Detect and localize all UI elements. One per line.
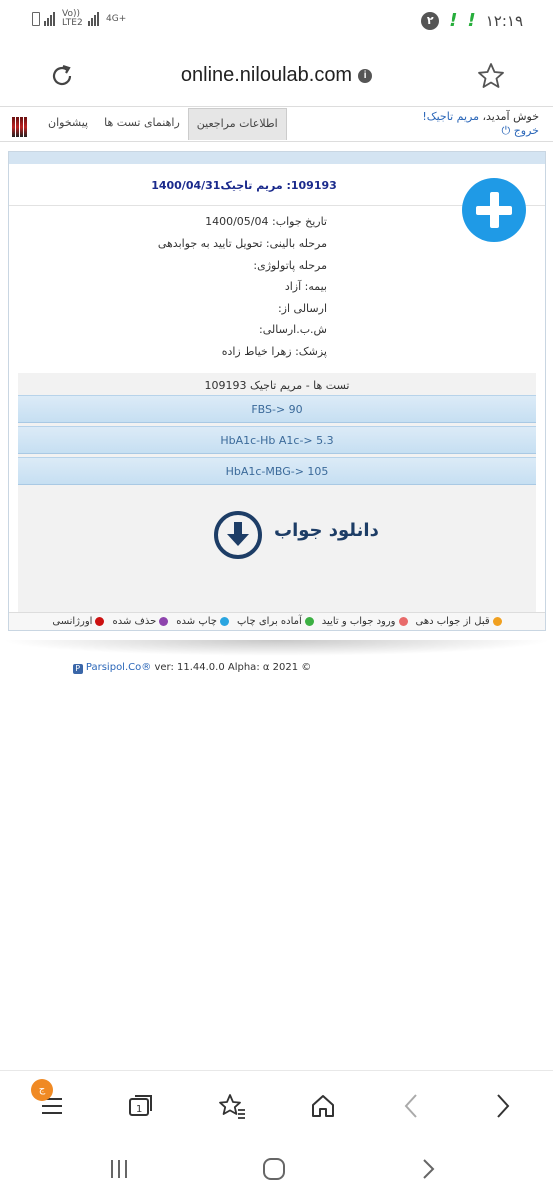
welcome-text: خوش آمدید، <box>482 110 539 123</box>
legend-item: ورود جواب و تایید <box>322 616 408 627</box>
legend-dot-icon <box>398 617 408 626</box>
tabs-icon: 1 <box>129 1095 152 1116</box>
power-icon[interactable]: ⏻ <box>502 124 511 137</box>
bookmark-star-icon[interactable] <box>476 61 506 91</box>
url-text: online.niloulab.com <box>180 64 353 86</box>
info-doctor: پزشک: زهرا خیاط زاده <box>221 345 327 358</box>
legend-item: قبل از جواب دهی <box>416 616 502 627</box>
back-button[interactable] <box>396 1091 426 1121</box>
recent-apps-button[interactable] <box>108 1158 130 1184</box>
alert-icon-2: ! <box>467 10 476 31</box>
site-nav: خوش آمدید، مریم تاجیک! خروج ⏻ اطلاعات مر… <box>0 106 553 142</box>
legend-item: حذف شده <box>112 616 169 627</box>
add-plus-button[interactable] <box>462 178 526 242</box>
footer-version: ver: 11.44.0.0 Alpha: α 2021 © <box>154 662 312 673</box>
tests-header: تست ها - مریم تاجیک 109193 <box>204 379 350 392</box>
battery-icon <box>32 12 40 26</box>
svg-text:1: 1 <box>136 1104 142 1115</box>
legend-item: اورژانسی <box>52 616 105 627</box>
system-nav-bar <box>0 1140 553 1200</box>
back-nav-button[interactable] <box>420 1157 438 1185</box>
panel-header-strip <box>9 152 545 164</box>
info-pathology-stage: مرحله پاتولوژی: <box>253 259 327 272</box>
legend-item: چاپ شده <box>176 616 229 627</box>
tab-test-guide[interactable]: راهنمای تست ها <box>96 108 188 140</box>
tab-dashboard[interactable]: پیشخوان <box>40 108 96 140</box>
carrier-label: Vo)) LTE2 <box>62 9 83 28</box>
logout-link[interactable]: خروج <box>514 124 539 137</box>
home-nav-button[interactable] <box>262 1157 286 1185</box>
menu-badge: ج <box>31 1079 53 1101</box>
network-label: 4G+ <box>106 14 127 24</box>
plus-icon-stem <box>489 192 499 228</box>
legend-dot-icon <box>304 617 314 626</box>
tests-section: تست ها - مریم تاجیک 109193 FBS-> 90 HbA1… <box>18 373 536 613</box>
footer-brand[interactable]: Parsipol.Co® <box>86 662 151 673</box>
info-sender-id: ش.ب.ارسالی: <box>259 323 327 336</box>
legend-label: ورود جواب و تایید <box>321 616 396 627</box>
tab-bar: اطلاعات مراجعین راهنمای تست ها پیشخوان <box>40 108 287 140</box>
clock: ۱۲:۱۹ <box>485 11 523 30</box>
legend-label: اورژانسی <box>52 616 93 627</box>
site-info-icon[interactable]: i <box>358 69 373 83</box>
legend-label: قبل از جواب دهی <box>415 616 490 627</box>
info-insurance: بیمه: آزاد <box>284 280 327 293</box>
status-left: Vo)) LTE2 4G+ <box>32 10 126 28</box>
test-row[interactable]: HbA1c-Hb A1c-> 5.3 <box>18 426 536 454</box>
tabs-button[interactable]: 1 <box>126 1091 156 1121</box>
status-legend: قبل از جواب دهی ورود جواب و تایید آماده … <box>9 612 545 630</box>
site-footer: P Parsipol.Co® ver: 11.44.0.0 Alpha: α 2… <box>0 662 384 674</box>
legend-dot-icon <box>95 617 105 626</box>
test-row[interactable]: FBS-> 90 <box>18 395 536 423</box>
legend-item: آماده برای چاپ <box>237 616 314 627</box>
info-answer-date: تاریخ جواب: 1400/05/04 <box>205 215 327 228</box>
legend-label: حذف شده <box>112 616 157 627</box>
tab-patient-info[interactable]: اطلاعات مراجعین <box>187 108 287 140</box>
status-right: ۲ ! ! ۱۲:۱۹ <box>421 10 523 31</box>
test-row[interactable]: HbA1c-MBG-> 105 <box>18 457 536 485</box>
address-field[interactable]: online.niloulab.com i <box>0 64 553 87</box>
legend-label: آماده برای چاپ <box>237 616 302 627</box>
home-icon <box>312 1095 334 1117</box>
status-bar: Vo)) LTE2 4G+ ۲ ! ! ۱۲:۱۹ <box>0 0 553 40</box>
browser-toolbar: 1 <box>0 1070 553 1136</box>
download-icon[interactable] <box>214 511 262 559</box>
lab-logo-icon <box>12 117 30 137</box>
parsipol-logo-icon: P <box>72 664 83 674</box>
bookmarks-button[interactable] <box>217 1091 247 1121</box>
chevron-right-icon <box>497 1094 510 1118</box>
chevron-left-icon <box>404 1094 417 1118</box>
signal-icon <box>44 12 58 26</box>
info-clinical-stage: مرحله بالینی: تحویل تایید به جوابدهی <box>157 237 327 250</box>
chevron-right-nav-icon <box>423 1159 435 1179</box>
bookmarks-star-icon <box>219 1094 245 1119</box>
info-sent-from: ارسالی از: <box>277 302 327 315</box>
legend-dot-icon <box>159 617 169 626</box>
forward-button[interactable] <box>488 1091 518 1121</box>
download-arrow-head <box>227 534 249 546</box>
notification-count: ۲ <box>421 11 440 30</box>
legend-label: چاپ شده <box>176 616 217 627</box>
user-name: مریم تاجیک! <box>422 110 479 123</box>
alert-icon: ! <box>449 10 458 31</box>
record-title[interactable]: 109193: مریم تاجیک1400/04/31 <box>9 179 479 192</box>
footer-shadow <box>0 640 553 656</box>
legend-dot-icon <box>492 617 502 626</box>
welcome-block: خوش آمدید، مریم تاجیک! خروج ⏻ <box>422 110 539 138</box>
record-panel: 109193: مریم تاجیک1400/04/31 تاریخ جواب:… <box>8 151 546 631</box>
home-circle-icon <box>263 1158 285 1180</box>
url-bar: online.niloulab.com i <box>0 48 553 104</box>
recent-apps-icon <box>111 1160 127 1178</box>
legend-dot-icon <box>220 617 229 626</box>
signal-icon-2 <box>88 12 102 26</box>
download-result-button[interactable]: دانلود جواب <box>274 520 379 541</box>
home-button[interactable] <box>308 1091 338 1121</box>
